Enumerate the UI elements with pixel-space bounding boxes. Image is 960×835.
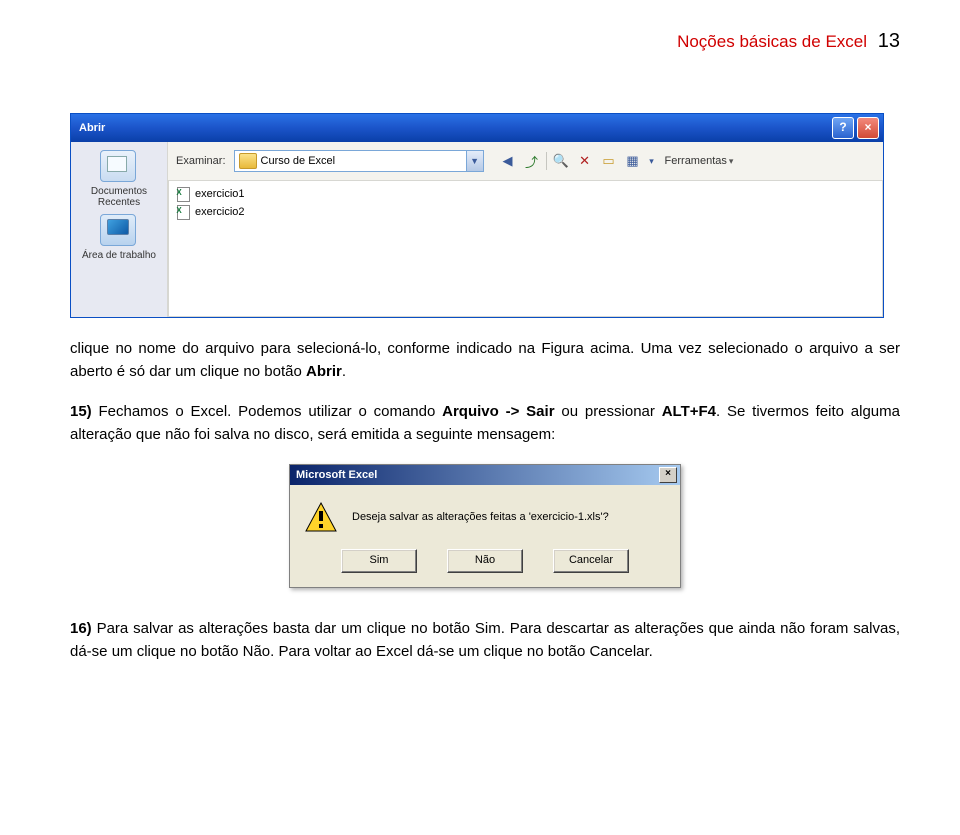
file-list[interactable]: exercicio1 exercicio2 — [168, 181, 883, 317]
list-item[interactable]: exercicio1 — [175, 185, 876, 203]
chevron-down-icon[interactable]: ▼ — [466, 151, 483, 171]
folder-icon — [239, 153, 257, 169]
sidebar-item-desktop[interactable]: Área de trabalho — [77, 214, 161, 261]
msgbox-title: Microsoft Excel — [296, 469, 377, 481]
no-button[interactable]: Não — [447, 549, 523, 573]
tools-menu[interactable]: Ferramentas — [661, 151, 738, 171]
file-name: exercicio1 — [195, 188, 245, 200]
open-dialog: Abrir ? × Documentos Recentes Área de tr… — [70, 113, 884, 318]
list-item[interactable]: exercicio2 — [175, 203, 876, 221]
places-sidebar: Documentos Recentes Área de trabalho — [71, 142, 168, 317]
sidebar-label-recent: Documentos Recentes — [77, 186, 161, 208]
delete-icon[interactable]: ✕ — [575, 151, 595, 171]
paragraph-2: 15) Fechamos o Excel. Podemos utilizar o… — [70, 401, 900, 446]
dialog-title: Abrir — [79, 122, 105, 134]
sidebar-item-recent[interactable]: Documentos Recentes — [77, 150, 161, 208]
dialog-toolbar: Examinar: Curso de Excel ▼ ◀ ⤴ 🔍 ✕ ▭ ▦ — [168, 142, 883, 181]
lookin-value: Curso de Excel — [261, 155, 466, 167]
separator — [546, 152, 547, 170]
chevron-down-icon[interactable]: ▾ — [647, 151, 657, 171]
dialog-titlebar: Abrir ? × — [71, 114, 883, 142]
paragraph-3: 16) Para salvar as alterações basta dar … — [70, 618, 900, 663]
excel-file-icon — [175, 204, 191, 220]
page-header: Noções básicas de Excel 13 — [70, 30, 900, 53]
excel-file-icon — [175, 186, 191, 202]
search-icon[interactable]: 🔍 — [551, 151, 571, 171]
up-icon[interactable]: ⤴ — [522, 151, 542, 171]
yes-button[interactable]: Sim — [341, 549, 417, 573]
recent-documents-icon — [100, 150, 136, 182]
help-icon[interactable]: ? — [832, 117, 854, 139]
paragraph-1: clique no nome do arquivo para selecioná… — [70, 338, 900, 383]
cancel-button[interactable]: Cancelar — [553, 549, 629, 573]
page-number: 13 — [878, 30, 900, 52]
msgbox-titlebar: Microsoft Excel × — [290, 465, 680, 485]
new-folder-icon[interactable]: ▭ — [599, 151, 619, 171]
back-icon[interactable]: ◀ — [498, 151, 518, 171]
header-title: Noções básicas de Excel — [677, 32, 867, 51]
close-icon[interactable]: × — [659, 467, 677, 483]
desktop-icon — [100, 214, 136, 246]
examine-label: Examinar: — [176, 155, 226, 167]
confirm-save-dialog: Microsoft Excel × Deseja salvar as alter… — [289, 464, 681, 588]
views-icon[interactable]: ▦ — [623, 151, 643, 171]
close-icon[interactable]: × — [857, 117, 879, 139]
msgbox-text: Deseja salvar as alterações feitas a 'ex… — [352, 511, 609, 523]
sidebar-label-desktop: Área de trabalho — [77, 250, 161, 261]
lookin-dropdown[interactable]: Curso de Excel ▼ — [234, 150, 484, 172]
file-name: exercicio2 — [195, 206, 245, 218]
warning-icon — [304, 501, 338, 533]
